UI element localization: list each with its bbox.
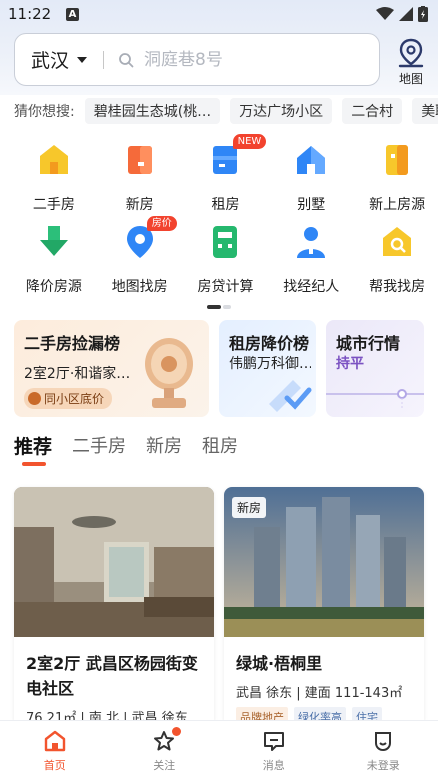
status-icons: [376, 6, 428, 22]
grid-item-villa[interactable]: 别墅: [270, 140, 352, 222]
promo-title: 租房降价榜: [229, 334, 310, 353]
grid-item-agent[interactable]: 找经纪人: [270, 222, 352, 304]
price-drop-icon: [39, 226, 68, 256]
signal-icon: [399, 7, 413, 21]
grid-label: 二手房: [32, 197, 75, 213]
nav-messages[interactable]: 消息: [219, 721, 329, 780]
price-badge: 房价: [146, 216, 177, 231]
promo-title: 二手房捡漏榜: [24, 334, 121, 353]
map-button[interactable]: 地图: [390, 38, 432, 86]
promo-card-bargain[interactable]: 二手房捡漏榜 2室2厅·和谐家… 同小区底价: [14, 320, 209, 417]
grid-item-help-find[interactable]: 帮我找房: [356, 222, 438, 304]
new-house-icon: [127, 146, 152, 174]
hot-search-chip[interactable]: 碧桂园生态城(桃…: [84, 98, 221, 124]
grid-item-new-house[interactable]: 新房: [99, 140, 181, 222]
nav-label: 未登录: [366, 759, 400, 772]
listing-photo: [14, 487, 214, 637]
listing-card[interactable]: 新房 绿城·梧桐里 武昌 徐东 | 建面 111-143㎡ 品牌地产 绿化率高 …: [224, 487, 424, 727]
interior-photo: [14, 487, 214, 637]
tab-new-house[interactable]: 新房: [146, 432, 182, 466]
hot-search-chip[interactable]: 万达广场小区: [230, 98, 333, 124]
grid-label: 房贷计算: [197, 279, 254, 295]
grid-label: 租房: [211, 197, 240, 213]
grid-item-secondhand[interactable]: 二手房: [13, 140, 95, 222]
grid-label: 帮我找房: [369, 279, 426, 295]
arrow-check-icon: [269, 380, 312, 412]
villa-icon: [297, 146, 326, 174]
page-indicator: [207, 305, 231, 309]
grid-label: 别墅: [297, 197, 326, 213]
new-listing-icon: [386, 145, 409, 175]
wifi-icon: [376, 7, 394, 20]
listing-photo: 新房: [224, 487, 424, 637]
battery-icon: [418, 6, 428, 22]
agent-icon: [297, 227, 326, 258]
status-time: 11:22: [8, 5, 52, 23]
new-house-tag: 新房: [232, 497, 267, 518]
grid-label: 新房: [125, 197, 154, 213]
hot-search-row: 猜你想搜: 碧桂园生态城(桃… 万达广场小区 二合村 美联: [14, 97, 438, 125]
promo-card-market[interactable]: 城市行情 持平: [326, 320, 424, 417]
user-icon: [375, 732, 392, 752]
listing-title: 2室2厅 武昌区杨园街变电社区: [26, 654, 198, 698]
divider: [103, 50, 105, 69]
nav-profile[interactable]: 未登录: [329, 721, 438, 780]
listing-card[interactable]: 2室2厅 武昌区杨园街变电社区 76.21㎡ | 南 北 | 武昌 徐东: [14, 487, 214, 727]
search-icon: [119, 52, 134, 67]
grid-item-price-drop[interactable]: 降价房源: [13, 222, 95, 304]
nav-label: 关注: [153, 759, 176, 772]
grid-item-calculator[interactable]: 房贷计算: [185, 222, 267, 304]
bottom-navigation: 首页 关注 消息 未登录: [0, 720, 438, 780]
trophy-icon: [145, 338, 193, 408]
tab-recommend[interactable]: 推荐: [14, 432, 52, 466]
nav-home[interactable]: 首页: [0, 721, 110, 780]
calculator-icon: [213, 226, 238, 258]
grid-label: 降价房源: [25, 279, 82, 295]
grid-label: 找经纪人: [283, 279, 340, 295]
tag-icon: [28, 392, 41, 405]
map-label: 地图: [398, 72, 423, 86]
hot-search-title: 猜你想搜:: [14, 104, 75, 120]
listing-meta: 武昌 徐东 | 建面 111-143㎡: [236, 686, 403, 701]
notification-dot: [171, 727, 181, 736]
tab-indicator: [22, 462, 46, 466]
promo-card-rent-drop[interactable]: 租房降价榜 伟鹏万科御…: [219, 320, 316, 417]
nav-label: 首页: [43, 759, 66, 772]
hot-search-chip[interactable]: 美联: [412, 98, 438, 124]
new-badge: NEW: [232, 134, 267, 149]
grid-item-rent[interactable]: NEW 租房: [185, 134, 267, 222]
message-icon: [263, 732, 284, 751]
promo-tag: 同小区底价: [24, 388, 113, 409]
nav-follow[interactable]: 关注: [110, 721, 220, 780]
search-bar[interactable]: 武汉: [14, 33, 380, 86]
promo-title: 城市行情: [336, 334, 401, 353]
grid-item-map-search[interactable]: 房价 地图找房: [99, 216, 181, 304]
promo-sub: 持平: [336, 356, 364, 372]
caret-down-icon[interactable]: [77, 56, 88, 63]
grid-label: 新上房源: [369, 197, 426, 213]
map-pin-icon: [398, 38, 424, 68]
nav-label: 消息: [262, 759, 285, 772]
feed-tabs: 推荐 二手房 新房 租房: [14, 432, 238, 466]
status-bar: 11:22 A: [0, 0, 438, 30]
promo-sub: 2室2厅·和谐家…: [24, 366, 131, 382]
grid-label: 地图找房: [111, 279, 168, 295]
feature-grid: 二手房 新房 NEW 租房 别墅 新上房源 降价房源 房价 地图找房 房贷计算 …: [0, 134, 438, 304]
trend-line-icon: [326, 389, 424, 408]
hot-search-chip[interactable]: 二合村: [342, 98, 403, 124]
tab-rent[interactable]: 租房: [202, 432, 238, 466]
grid-item-new-listing[interactable]: 新上房源: [356, 140, 438, 222]
notification-icon: A: [66, 8, 79, 21]
home-icon: [44, 730, 65, 752]
help-find-icon: [383, 227, 412, 256]
search-input[interactable]: [144, 49, 345, 70]
city-selector[interactable]: 武汉: [31, 46, 69, 73]
tab-secondhand[interactable]: 二手房: [72, 432, 126, 466]
secondhand-house-icon: [39, 145, 68, 174]
listing-title: 绿城·梧桐里: [236, 654, 323, 673]
